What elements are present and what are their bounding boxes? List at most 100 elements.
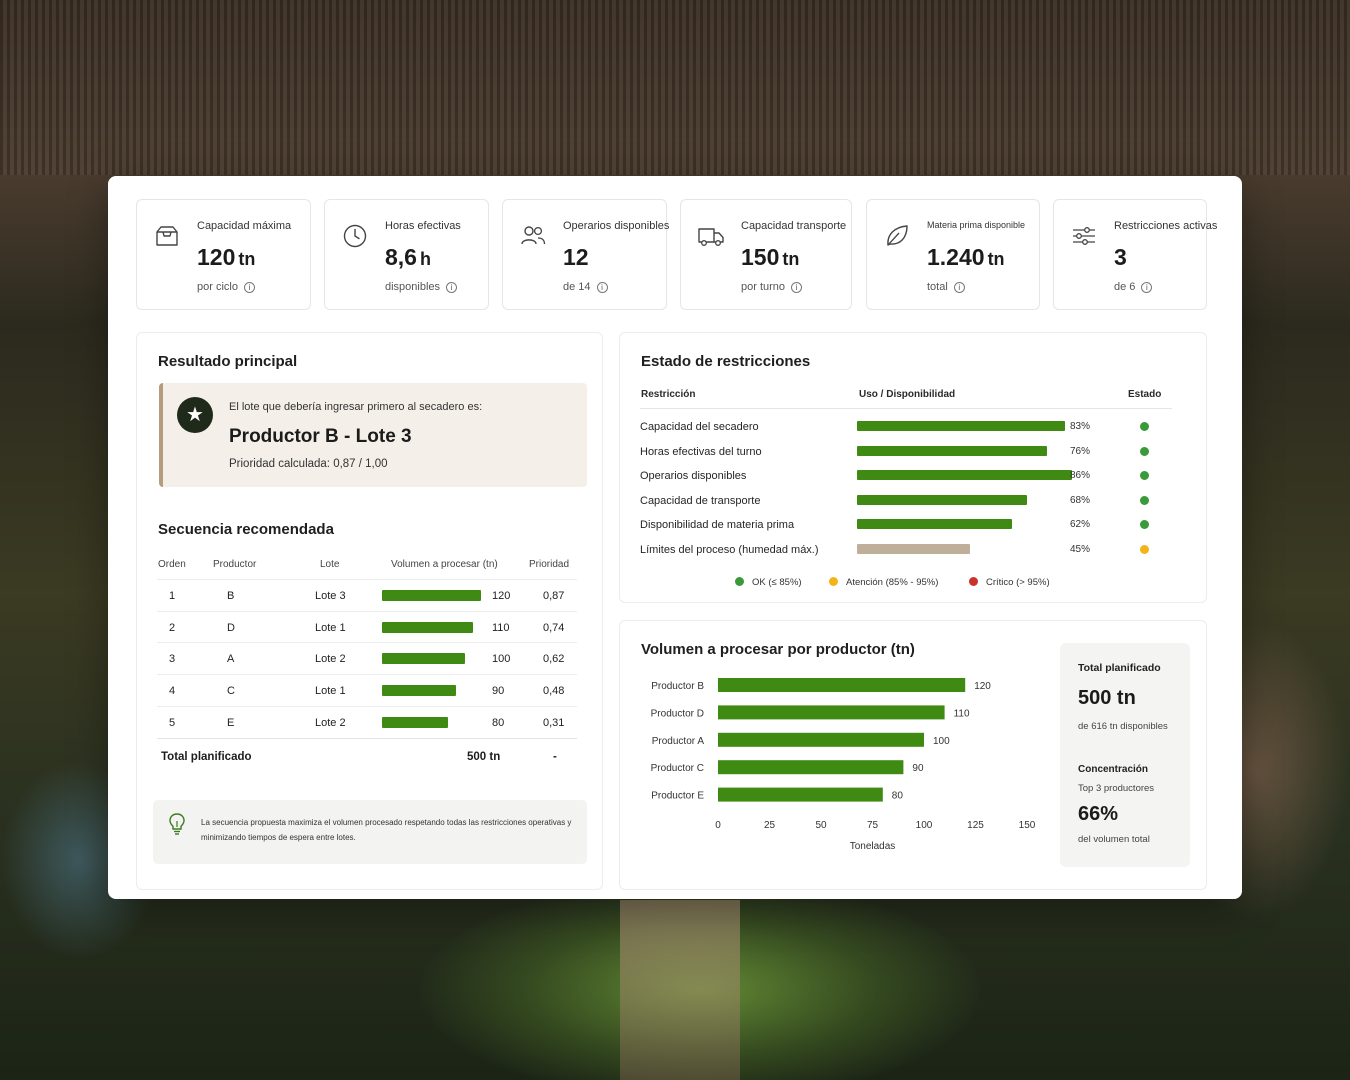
info-icon[interactable]: i [1141,282,1153,293]
kpi-sub-text: de 6 [1114,281,1136,293]
note-text: La secuencia propuesta maximiza el volum… [201,818,572,842]
kpi-sub-text: disponibles [385,281,441,293]
sequence-total-row: Total planificado 500 tn - [157,738,577,770]
kpi-sub-text: de 14 [563,281,591,293]
info-icon[interactable]: i [243,282,255,293]
priority-cell: 0,31 [543,716,565,729]
legend-dot [829,577,838,586]
producer-cell: A [227,653,235,666]
result-card: Resultado principal ★ El lote que deberí… [136,332,603,890]
data-label: 100 [933,736,950,747]
table-row[interactable]: 5 E Lote 2 80 0,31 [157,705,577,738]
concentration-value: 66% [1078,803,1119,825]
data-label: 80 [892,791,904,802]
category-label: Productor C [651,763,704,774]
info-icon[interactable]: i [446,282,458,293]
restriction-name: Capacidad del secadero [640,421,759,433]
info-icon[interactable]: i [596,282,608,293]
lot-cell: Lote 2 [315,653,346,666]
kpi-number: 12 [563,244,589,270]
order-cell: 2 [169,621,176,634]
total-value: 500 tn [467,751,501,763]
kpi-label: Operarios disponibles [563,220,670,232]
priority-cell: 0,62 [543,653,565,666]
col-volume: Volumen a procesar (tn) [391,559,498,570]
restrictions-title: Estado de restricciones [641,353,811,370]
kpi-number: 120 [197,244,236,270]
usage-percent: 68% [1070,494,1091,506]
volume-cell: 120 [492,590,511,602]
status-dot [1140,422,1149,431]
kpi-card: Capacidad transporte 150 tn por turno i [680,199,852,310]
data-label: 120 [974,681,991,692]
usage-percent: 76% [1070,445,1091,457]
leaf-icon [887,225,908,246]
summary-available: de 616 tn disponibles [1078,721,1168,732]
status-dot [1140,471,1149,481]
restriction-row: Capacidad del secadero 83% [640,418,1170,442]
order-cell: 3 [169,653,176,666]
concentration-note: del volumen total [1078,834,1150,845]
table-row[interactable]: 3 A Lote 2 100 0,62 [157,642,577,674]
concentration-title: Concentración [1078,764,1149,775]
legend-item: OK (≤ 85%) [735,577,802,588]
kpi-sub: por turno i [741,281,803,293]
kpi-label: Capacidad transporte [741,220,847,232]
legend-dot [969,577,978,586]
tick-label: 0 [715,820,721,831]
kpi-value: 1.240 tn [927,244,1005,271]
result-highlight: ★ El lote que debería ingresar primero a… [159,383,587,487]
usage-percent: 86% [1070,470,1091,482]
kpi-card: Operarios disponibles 12 de 14 i [502,199,670,310]
tick-label: 50 [815,820,827,831]
volume-bar [382,621,473,633]
restriction-name: Capacidad de transporte [640,494,761,507]
kpi-number: 8,6 [385,244,417,270]
table-row[interactable]: 1 B Lote 3 120 0,87 [157,579,577,611]
status-dot [1140,495,1149,505]
kpi-label: Materia prima disponible [927,220,1026,230]
total-label: Total planificado [161,751,252,763]
category-label: Productor D [651,708,704,719]
restriction-name: Límites del proceso (humedad máx.) [640,544,819,556]
table-row[interactable]: 2 D Lote 1 110 0,74 [157,610,577,643]
kpi-sub: de 6 i [1114,281,1153,293]
volume-cell: 90 [492,685,505,698]
legend-label: OK (≤ 85%) [752,577,802,588]
tick-label: 150 [1019,820,1036,831]
kpi-sub-text: total [927,281,948,293]
kpi-card: Materia prima disponible 1.240 tn total i [866,199,1040,310]
total-priority: - [553,751,557,763]
box-icon [156,226,178,246]
bar [718,787,883,802]
usage-bar [857,494,1027,505]
result-lot: Productor B - Lote 3 [229,426,412,447]
sliders-icon [1073,227,1095,245]
kpi-number: 3 [1114,244,1127,270]
volume-cell: 80 [492,716,505,729]
info-icon[interactable]: i [791,282,803,293]
kpi-label: Restricciones activas [1114,220,1218,232]
usage-bar [857,519,1012,530]
kpi-value: 150 tn [741,244,799,271]
usage-percent: 62% [1070,519,1091,531]
status-dot [1140,545,1149,554]
col-order: Orden [158,559,186,570]
result-title: Resultado principal [158,353,298,370]
kpi-value: 3 [1114,244,1127,271]
order-cell: 4 [169,685,176,698]
kpi-value: 120 tn [197,244,255,271]
table-row[interactable]: 4 C Lote 1 90 0,48 [157,674,577,706]
clock-icon [343,224,367,248]
sequence-title: Secuencia recomendada [158,521,334,538]
kpi-card: Restricciones activas 3 de 6 i [1053,199,1217,310]
col-priority: Prioridad [529,559,570,570]
restrictions-card: Estado de restricciones Restricción Uso … [619,332,1207,603]
result-priority: Prioridad calculada: 0,87 / 1,00 [229,458,388,470]
kpi-sub-text: por turno [741,281,786,293]
info-icon[interactable]: i [953,282,965,293]
priority-cell: 0,74 [543,621,565,634]
volume-bar-chart: Productor B 120 Productor D 110 Productor A 1… [651,678,1036,852]
volume-cell: 110 [492,621,510,634]
volume-bar [382,653,465,665]
